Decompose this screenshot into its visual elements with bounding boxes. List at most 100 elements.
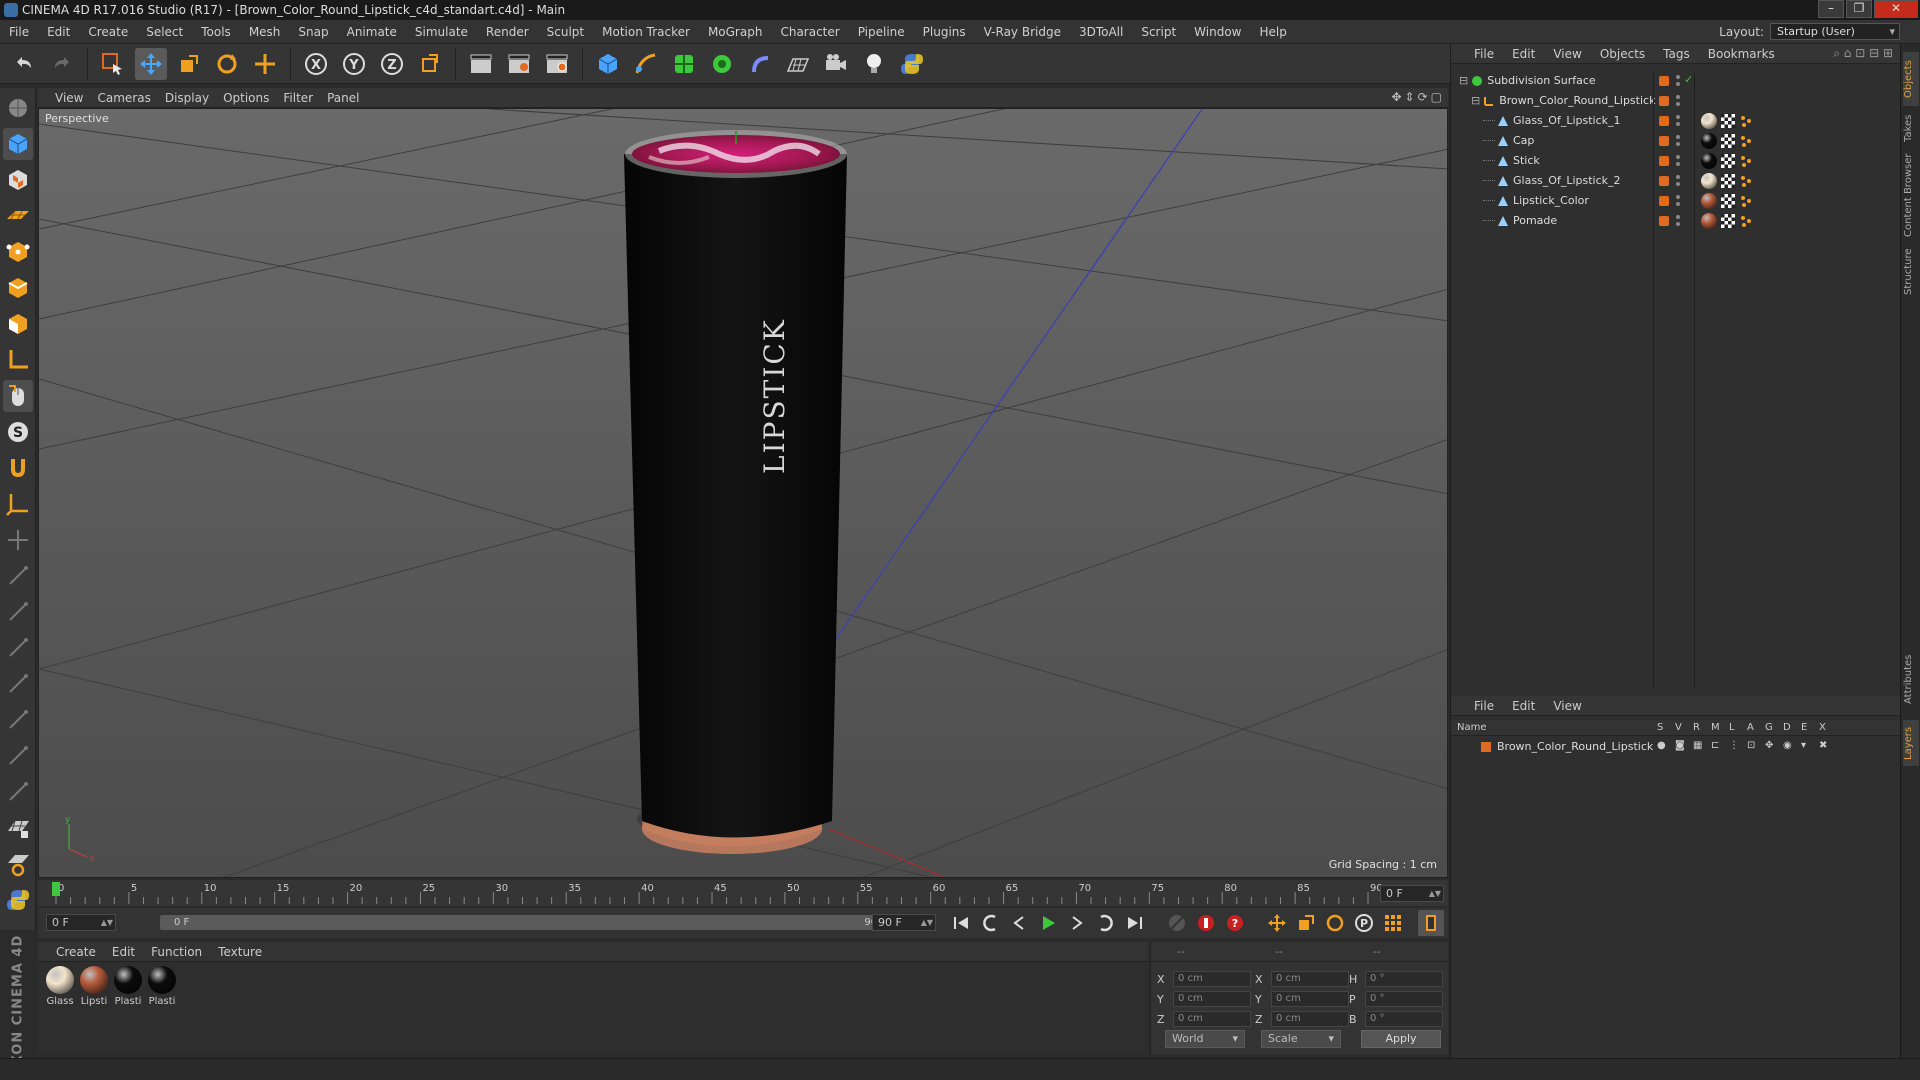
current-frame-field[interactable]: 0 F ▲▼ <box>1380 885 1444 902</box>
menu-snap[interactable]: Snap <box>289 25 337 39</box>
brush-tool-3-button[interactable] <box>3 632 33 664</box>
deformer-button[interactable] <box>744 48 776 80</box>
phong-tag-icon[interactable] <box>1739 194 1753 208</box>
menu-tools[interactable]: Tools <box>192 25 240 39</box>
brush-tool-5-button[interactable] <box>3 704 33 736</box>
timeline-layout-button[interactable] <box>1418 910 1444 936</box>
menu-file[interactable]: File <box>0 25 38 39</box>
layer-column-a[interactable]: A <box>1747 722 1754 733</box>
layer-flag-icon[interactable]: ✥ <box>1765 740 1773 751</box>
make-editable-button[interactable] <box>3 92 33 124</box>
render-settings-button[interactable] <box>541 48 573 80</box>
layer-column-r[interactable]: R <box>1693 722 1700 733</box>
viewport-menu-panel[interactable]: Panel <box>320 91 366 105</box>
brush-tool-1-button[interactable] <box>3 560 33 592</box>
layer-flag-icon[interactable]: ⊏ <box>1711 740 1719 751</box>
layer-color-tag[interactable] <box>1659 116 1669 126</box>
checkerboard-lock-button[interactable] <box>3 812 33 844</box>
transform-tool-button[interactable] <box>249 48 281 80</box>
menu-create[interactable]: Create <box>79 25 137 39</box>
workplane-mode-button[interactable] <box>3 200 33 232</box>
tweak-mode-button[interactable] <box>2 380 33 412</box>
pan-icon[interactable]: ✥ <box>1391 90 1401 104</box>
preview-range-slider[interactable]: 0 F 90 F <box>160 915 900 930</box>
uvw-checker-tag-icon[interactable] <box>1721 114 1735 128</box>
record-keyframes-button[interactable] <box>1164 910 1190 936</box>
object-row[interactable]: Glass_Of_Lipstick_2 <box>1451 172 1901 191</box>
redo-button[interactable] <box>46 48 78 80</box>
visibility-dots-icon[interactable] <box>1675 114 1681 128</box>
layout-dropdown[interactable]: Startup (User) <box>1770 23 1900 40</box>
grid-tool-button[interactable] <box>3 524 33 556</box>
python-script-button[interactable] <box>3 884 33 916</box>
go-to-end-button[interactable] <box>1122 910 1148 936</box>
checkerboard-gear-button[interactable] <box>3 848 33 880</box>
phong-tag-icon[interactable] <box>1739 174 1753 188</box>
coord-field[interactable]: 0 cm <box>1173 1011 1251 1027</box>
orbit-icon[interactable]: ⟳ <box>1418 90 1428 104</box>
layer-flag-icon[interactable]: ● <box>1657 740 1666 751</box>
magnet-button[interactable] <box>3 452 33 484</box>
auto-keying-button[interactable] <box>1193 910 1219 936</box>
object-row[interactable]: Lipstick_Color <box>1451 192 1901 211</box>
material-tag[interactable] <box>1701 133 1717 149</box>
next-key-button[interactable] <box>1093 910 1119 936</box>
coordinate-system-button[interactable] <box>414 48 446 80</box>
viewport-menu-cameras[interactable]: Cameras <box>90 91 157 105</box>
menu-edit[interactable]: Edit <box>38 25 79 39</box>
object-row[interactable]: Cap <box>1451 132 1901 151</box>
layer-flag-icon[interactable]: ⋮ <box>1729 740 1739 751</box>
phong-tag-icon[interactable] <box>1739 154 1753 168</box>
y-axis-lock-button[interactable]: Y <box>338 48 370 80</box>
layer-column-l[interactable]: L <box>1729 722 1735 733</box>
layer-row[interactable]: Brown_Color_Round_Lipstick ● ◙ ▦ ⊏ ⋮ ⊡ ✥ ◉ ▾ ✖ <box>1451 738 1901 757</box>
object-menu-edit[interactable]: Edit <box>1503 47 1544 61</box>
object-menu-objects[interactable]: Objects <box>1591 47 1654 61</box>
object-menu-view[interactable]: View <box>1544 47 1590 61</box>
layer-column-g[interactable]: G <box>1765 722 1773 733</box>
layer-flag-icon[interactable]: ◙ <box>1675 740 1685 751</box>
play-button[interactable] <box>1035 910 1061 936</box>
visibility-dots-icon[interactable] <box>1675 94 1681 108</box>
layer-color-tag[interactable] <box>1659 76 1669 86</box>
expand-toggle-icon[interactable]: ⊟ <box>1459 74 1468 87</box>
menu-sculpt[interactable]: Sculpt <box>538 25 593 39</box>
coord-field[interactable]: 0 cm <box>1271 991 1349 1007</box>
coord-field[interactable]: 0 cm <box>1173 991 1251 1007</box>
layer-flag-icon[interactable]: ✖ <box>1819 740 1827 751</box>
layer-flag-icon[interactable]: ⊡ <box>1747 740 1755 751</box>
restore-button[interactable]: ❐ <box>1846 0 1872 18</box>
playhead-marker[interactable] <box>52 882 60 896</box>
layer-menu-file[interactable]: File <box>1465 699 1503 713</box>
object-menu-tags[interactable]: Tags <box>1654 47 1699 61</box>
viewport-menu-view[interactable]: View <box>48 91 90 105</box>
pen-spline-button[interactable] <box>630 48 662 80</box>
visibility-dots-icon[interactable] <box>1675 174 1681 188</box>
points-mode-button[interactable] <box>3 236 33 268</box>
object-row[interactable]: ⊟ Subdivision Surface ✓ <box>1451 72 1901 91</box>
menu-window[interactable]: Window <box>1185 25 1250 39</box>
model-mode-button[interactable] <box>2 128 33 160</box>
menu-motion-tracker[interactable]: Motion Tracker <box>593 25 699 39</box>
render-view-button[interactable] <box>465 48 497 80</box>
coord-field[interactable]: 0 cm <box>1173 971 1251 987</box>
side-tab-content-browser[interactable]: Content Browser <box>1903 150 1919 240</box>
close-button[interactable]: ✕ <box>1874 0 1918 18</box>
live-selection-button[interactable] <box>97 48 129 80</box>
workplane-axis-button[interactable] <box>3 488 33 520</box>
side-tab-layers[interactable]: Layers <box>1903 720 1919 766</box>
keyframe-selection-button[interactable]: ? <box>1222 910 1248 936</box>
viewport-menu-display[interactable]: Display <box>158 91 216 105</box>
menu-pipeline[interactable]: Pipeline <box>849 25 914 39</box>
key-position-button[interactable] <box>1264 910 1290 936</box>
layer-menu-view[interactable]: View <box>1544 699 1590 713</box>
brush-tool-4-button[interactable] <box>3 668 33 700</box>
axis-mode-button[interactable] <box>3 344 33 376</box>
layer-color-tag[interactable] <box>1659 96 1669 106</box>
viewport-menu-options[interactable]: Options <box>216 91 276 105</box>
layer-column-m[interactable]: M <box>1711 722 1720 733</box>
object-menu-file[interactable]: File <box>1465 47 1503 61</box>
material-swatch[interactable]: Lipsti <box>78 966 110 1007</box>
material-tag[interactable] <box>1701 113 1717 129</box>
layer-flag-icon[interactable]: ▾ <box>1801 740 1806 751</box>
